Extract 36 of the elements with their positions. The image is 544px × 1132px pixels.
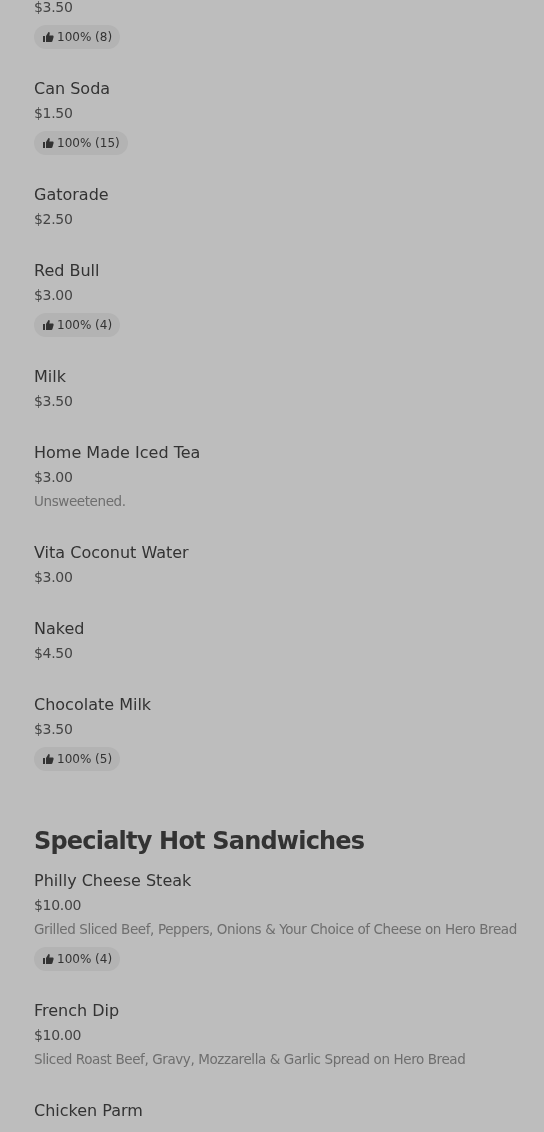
item-name[interactable]: Vita Coconut Water [34,541,189,565]
item-name[interactable]: Gatorade [34,183,109,207]
item-name[interactable]: Naked [34,617,85,641]
item-price: $1.50 [34,104,73,123]
item-description: Sliced Roast Beef, Gravy, Mozzarella & Garlic Spread on Hero Bread [34,1050,466,1069]
item-price: $3.50 [34,392,73,411]
item-name[interactable]: French Dip [34,999,120,1023]
thumbs-up-icon [42,753,54,765]
item-price: $10.00 [34,1026,82,1045]
item-name[interactable]: Philly Cheese Steak [34,869,192,893]
item-price: $3.50 [34,0,73,17]
item-price: $2.50 [34,210,73,229]
item-description: Grilled Sliced Beef, Peppers, Onions & Your Choice of Cheese on Hero Bread [34,920,517,939]
thumbs-up-icon [42,953,54,965]
item-name[interactable]: Home Made Iced Tea [34,441,201,465]
thumbs-up-icon [42,319,54,331]
item-price: $3.00 [34,468,73,487]
item-name[interactable]: Red Bull [34,259,100,283]
section-heading: Specialty Hot Sandwiches [34,826,366,857]
rating-text: 100% (8) [57,30,113,44]
item-description: Unsweetened. [34,492,126,511]
item-price: $3.00 [34,568,73,587]
item-name[interactable]: Milk [34,365,66,389]
item-price: $3.00 [34,286,73,305]
rating-text: 100% (5) [57,752,113,766]
item-name[interactable]: Can Soda [34,77,111,101]
item-price: $3.50 [34,720,73,739]
rating-text: 100% (15) [57,136,120,150]
thumbs-up-icon [42,137,54,149]
item-price: $10.00 [34,896,82,915]
thumbs-up-icon [42,31,54,43]
rating-text: 100% (4) [57,318,113,332]
item-name[interactable]: Chicken Parm [34,1099,143,1123]
item-price: $4.50 [34,644,73,663]
rating-text: 100% (4) [57,952,113,966]
item-name[interactable]: Chocolate Milk [34,693,152,717]
